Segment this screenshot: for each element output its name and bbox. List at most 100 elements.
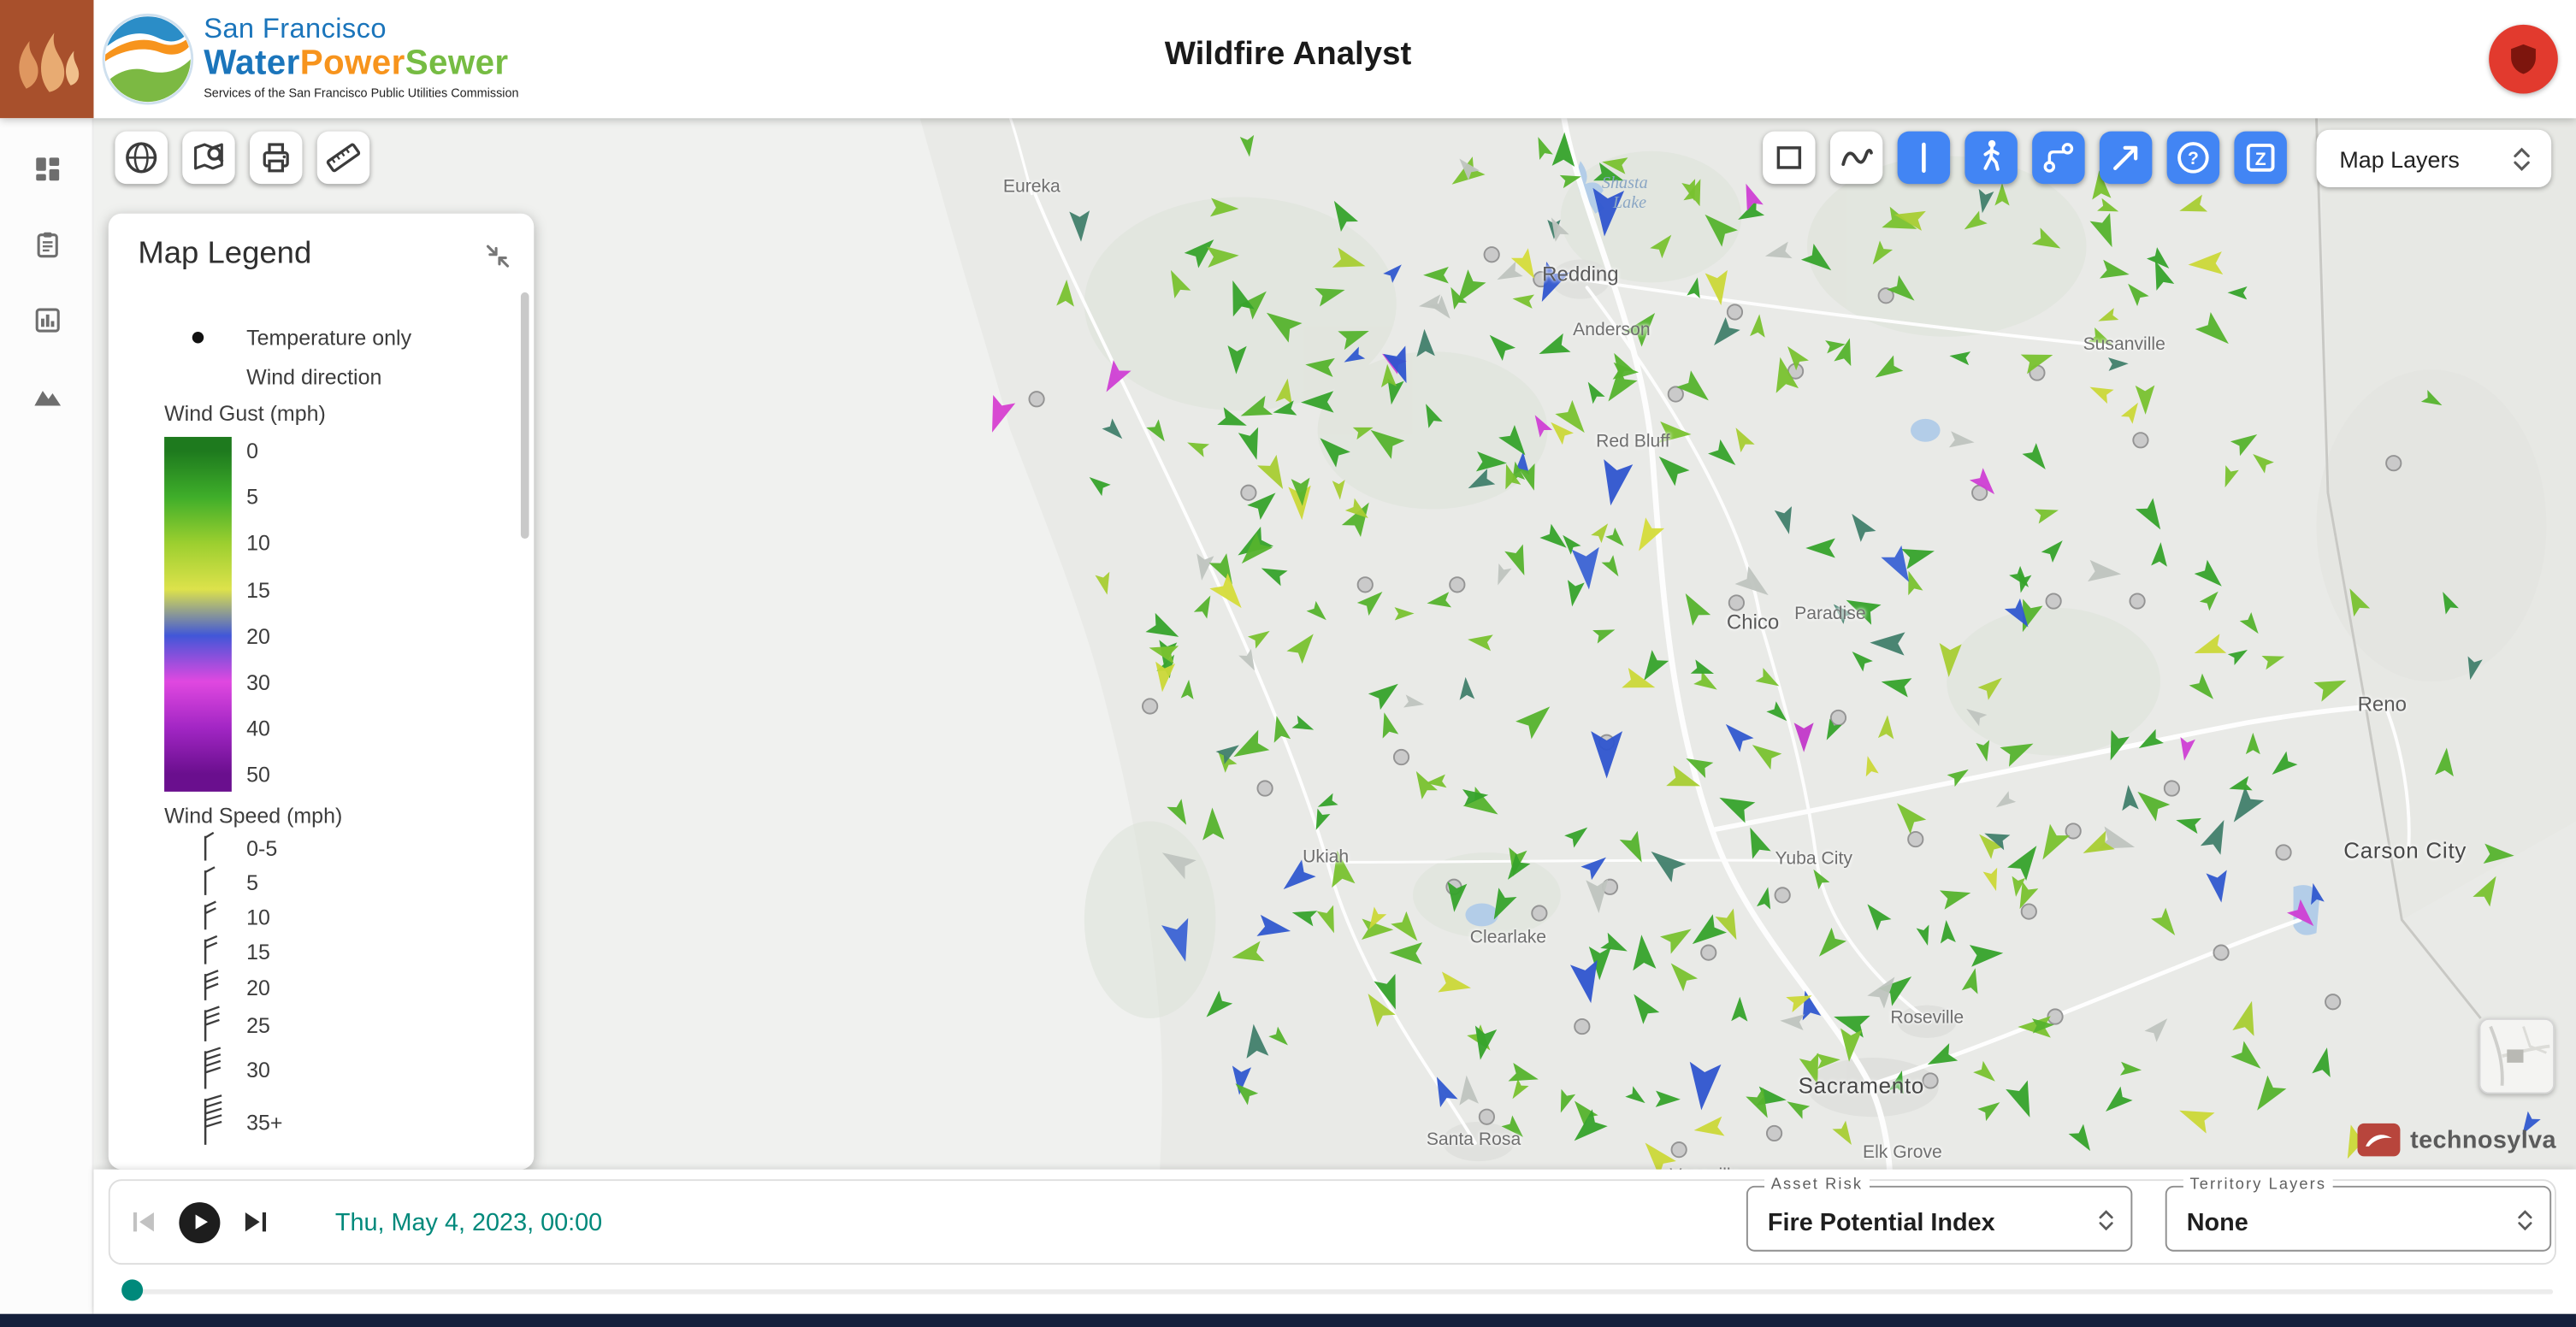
time-slider-thumb[interactable]: [121, 1279, 143, 1300]
wind-speed-tick: 20: [246, 975, 270, 1000]
wind-arrow: [1483, 328, 1515, 361]
brand-tagline: Services of the San Francisco Public Uti…: [204, 87, 518, 100]
skip-previous-button[interactable]: [127, 1206, 159, 1238]
city-label: Red Bluff: [1596, 432, 1670, 451]
map-layers-dropdown[interactable]: Map Layers: [2316, 130, 2551, 187]
asset-risk-select[interactable]: Asset Risk Fire Potential Index: [1746, 1186, 2132, 1252]
wind-arrow: [1656, 1091, 1681, 1108]
wind-arrow: [1740, 823, 1770, 858]
wind-arrow: [1746, 737, 1781, 770]
wind-arrow: [1185, 436, 1209, 457]
wind-arrow: [1554, 1089, 1576, 1116]
wind-arrow: [1949, 431, 1976, 451]
city-label: Susanville: [2083, 335, 2165, 355]
wind-arrow: [1307, 601, 1332, 625]
wind-arrow: [2228, 645, 2251, 665]
wind-arrow: [1286, 628, 1320, 664]
city-label: Carson City: [2343, 839, 2467, 864]
wind-arrow: [2246, 733, 2260, 754]
help-button[interactable]: ?: [2167, 132, 2219, 184]
draw-extent-button[interactable]: [1763, 132, 1815, 184]
city-label: Santa Rosa: [1427, 1130, 1521, 1150]
zone-tool-button[interactable]: Z: [2234, 132, 2286, 184]
wind-speed-tick: 10: [246, 905, 270, 929]
time-slider-track[interactable]: [121, 1289, 2553, 1295]
wind-arrow: [1315, 793, 1338, 813]
wind-speed-row: 0-5: [109, 831, 535, 865]
wind-arrow: [1962, 966, 1983, 994]
route-icon: [2039, 138, 2078, 177]
sidebar-item-dashboard[interactable]: [0, 132, 93, 207]
territory-layers-label: Territory Layers: [2183, 1176, 2333, 1194]
water-label: Shasta: [1602, 175, 1648, 193]
analytics-icon: [32, 305, 62, 335]
wind-arrow: [1651, 449, 1689, 487]
sidebar-item-analytics[interactable]: [0, 282, 93, 357]
wind-speed-tick: 25: [246, 1013, 270, 1038]
wind-arrow: [2195, 312, 2236, 352]
select-chevrons-icon: [2094, 1206, 2118, 1236]
wind-arrow: [2230, 1041, 2267, 1076]
play-button[interactable]: [179, 1201, 220, 1242]
wind-arrow: [1509, 1063, 1541, 1088]
wind-arrow: [1783, 1095, 1810, 1119]
wind-arrow: [1507, 1079, 1529, 1103]
wind-barb-icon: [164, 1094, 246, 1149]
brand-line1: San Francisco: [204, 15, 518, 44]
wind-arrow: [1230, 941, 1265, 968]
wind-arrow: [1515, 698, 1557, 739]
fire-alert-button[interactable]: [2489, 25, 2558, 94]
attribution: technosylva: [2358, 1124, 2556, 1156]
wind-arrow: [1970, 942, 2005, 967]
wind-arrow: [1376, 711, 1398, 739]
territory-layers-select[interactable]: Territory Layers None: [2165, 1186, 2551, 1252]
city-label: Sacramento: [1799, 1073, 1925, 1098]
wind-arrow: [2041, 535, 2069, 563]
city-label: Anderson: [1573, 321, 1650, 340]
dashboard-icon: [32, 155, 62, 185]
sidebar-item-terrain[interactable]: [0, 358, 93, 433]
map-search-button[interactable]: [182, 132, 234, 184]
wind-arrow: [2120, 784, 2139, 811]
station-dot: [1480, 1110, 1494, 1124]
brand-text: San Francisco WaterPowerSewer Services o…: [204, 15, 518, 99]
basemap-button[interactable]: [115, 132, 167, 184]
wind-arrow: [1757, 886, 1775, 910]
wind-arrow: [1706, 317, 1740, 351]
wind-arrow: [1592, 623, 1617, 644]
wind-speed-tick: 5: [246, 870, 258, 895]
station-dot: [1532, 905, 1546, 920]
evacuation-tool-button[interactable]: [1964, 132, 2017, 184]
wind-arrow: [1630, 934, 1657, 970]
wind-arrow: [2090, 213, 2123, 251]
city-label: Paradise: [1794, 605, 1865, 624]
skip-next-button[interactable]: [239, 1206, 272, 1238]
station-dot: [1831, 711, 1846, 725]
left-sidebar: [0, 118, 93, 1313]
wind-arrow: [1811, 928, 1846, 964]
freehand-draw-button[interactable]: [1830, 132, 1882, 184]
profile-tool-button[interactable]: [1898, 132, 1950, 184]
wind-speed-tick: 30: [246, 1058, 270, 1082]
wind-arrow: [1940, 883, 1973, 910]
sidebar-item-reports[interactable]: [0, 207, 93, 282]
wind-arrow: [2144, 1013, 2173, 1042]
collapse-icon[interactable]: [482, 239, 514, 272]
wind-arrow: [1686, 1062, 1722, 1112]
wind-arrow: [2136, 385, 2155, 415]
measure-distance-button[interactable]: [2100, 132, 2152, 184]
wind-arrow: [1992, 791, 2016, 813]
route-tool-button[interactable]: [2032, 132, 2084, 184]
wind-arrow: [2177, 195, 2207, 220]
wind-arrow: [1889, 796, 1926, 834]
measure-button[interactable]: [317, 132, 369, 184]
wind-arrow: [2100, 1087, 2133, 1119]
wind-arrow: [1939, 919, 1956, 943]
wind-arrow: [1095, 572, 1114, 597]
print-button[interactable]: [250, 132, 302, 184]
wind-arrow: [1147, 639, 1179, 664]
wind-arrow: [1084, 471, 1110, 496]
overview-minimap[interactable]: [2479, 1018, 2555, 1094]
station-dot: [1394, 750, 1409, 764]
wind-arrow: [1731, 997, 1748, 1022]
